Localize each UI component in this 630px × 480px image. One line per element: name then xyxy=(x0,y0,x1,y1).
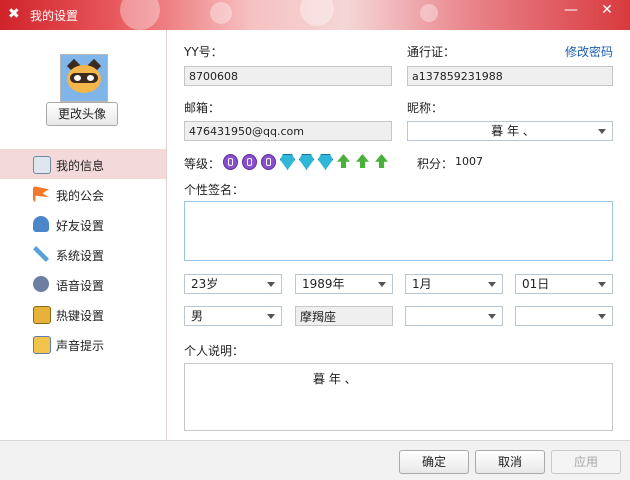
sidebar: 更改头像 我的信息 我的公会 好友设置 系统设置 语音设置 热键设置 声音提示 xyxy=(0,30,167,440)
sidebar-item-label: 我的信息 xyxy=(56,159,105,173)
settings-window: ✖ 我的设置 — ✕ 更改头像 我的信息 我的公会 好友设置 系统设置 语音设置… xyxy=(0,0,630,480)
age-value: 23岁 xyxy=(191,277,219,291)
profile-panel: YY号： 8700608 通行证： 修改密码 a137859231988 邮箱：… xyxy=(167,30,630,440)
title-decoration xyxy=(210,2,232,24)
sidebar-item-system-settings[interactable]: 系统设置 xyxy=(0,239,166,269)
sidebar-item-my-guild[interactable]: 我的公会 xyxy=(0,179,166,209)
email-label: 邮箱： xyxy=(184,101,221,115)
title-decoration xyxy=(300,0,334,26)
nickname-label: 昵称： xyxy=(407,101,444,115)
nickname-select[interactable]: 暮 年 、 xyxy=(407,121,613,141)
chevron-down-icon xyxy=(267,282,275,287)
avatar[interactable] xyxy=(60,54,108,102)
id-card-icon xyxy=(33,156,51,174)
title-decoration xyxy=(120,0,160,30)
window-title: 我的设置 xyxy=(30,9,79,23)
points-value: 1007 xyxy=(455,155,483,168)
avatar-eye xyxy=(87,75,94,81)
sidebar-item-label: 好友设置 xyxy=(56,219,105,233)
sidebar-item-voice-settings[interactable]: 语音设置 xyxy=(0,269,166,299)
passport-label: 通行证： xyxy=(407,45,456,59)
nickname-value: 暮 年 、 xyxy=(491,124,535,138)
province-select[interactable] xyxy=(405,306,503,326)
user-icon xyxy=(33,216,49,232)
sound-icon xyxy=(33,336,51,354)
sidebar-item-label: 声音提示 xyxy=(56,339,105,353)
birth-month-select[interactable]: 1月 xyxy=(405,274,503,294)
sidebar-item-label: 我的公会 xyxy=(56,189,105,203)
sidebar-item-hotkey-settings[interactable]: 热键设置 xyxy=(0,299,166,329)
cyan-level-icon xyxy=(299,154,314,170)
title-decoration xyxy=(420,4,438,22)
change-avatar-button[interactable]: 更改头像 xyxy=(46,102,118,126)
speaker-icon xyxy=(33,276,49,292)
email-field: 476431950@qq.com xyxy=(184,121,392,141)
apply-button[interactable]: 应用 xyxy=(551,450,621,474)
gender-value: 男 xyxy=(191,309,204,323)
yy-number-field: 8700608 xyxy=(184,66,392,86)
wrench-icon xyxy=(33,246,49,262)
title-bar[interactable]: ✖ 我的设置 — ✕ xyxy=(0,0,630,30)
sidebar-item-label: 系统设置 xyxy=(56,249,105,263)
zodiac-field: 摩羯座 xyxy=(295,306,393,326)
sidebar-item-sound-alerts[interactable]: 声音提示 xyxy=(0,329,166,359)
cyan-level-icon xyxy=(318,154,333,170)
sidebar-item-friend-settings[interactable]: 好友设置 xyxy=(0,209,166,239)
chevron-down-icon xyxy=(267,314,275,319)
sidebar-item-label: 语音设置 xyxy=(56,279,105,293)
footer-bar: 确定 取消 应用 xyxy=(0,440,630,480)
keyboard-icon xyxy=(33,306,51,324)
change-password-link[interactable]: 修改密码 xyxy=(565,43,613,60)
close-button[interactable]: ✕ xyxy=(592,0,622,22)
level-label: 等级： xyxy=(184,157,221,171)
yy-number-label: YY号： xyxy=(184,45,223,59)
gender-select[interactable]: 男 xyxy=(184,306,282,326)
birth-year-select[interactable]: 1989年 xyxy=(295,274,393,294)
avatar-eye xyxy=(74,75,81,81)
chevron-down-icon xyxy=(598,282,606,287)
green-level-icon xyxy=(337,154,350,168)
chevron-down-icon xyxy=(488,282,496,287)
chevron-down-icon xyxy=(598,314,606,319)
description-input[interactable]: 暮 年 、 xyxy=(184,363,613,431)
signature-input[interactable] xyxy=(184,201,613,261)
cyan-level-icon xyxy=(280,154,295,170)
flag-icon xyxy=(33,186,49,202)
minimize-button[interactable]: — xyxy=(556,0,586,22)
birth-year-value: 1989年 xyxy=(302,277,345,291)
birth-day-select[interactable]: 01日 xyxy=(515,274,613,294)
green-level-icon xyxy=(356,154,369,168)
purple-level-icon xyxy=(242,154,257,170)
birth-day-value: 01日 xyxy=(522,277,550,291)
birth-month-value: 1月 xyxy=(412,277,432,291)
signature-label: 个性签名： xyxy=(184,183,245,197)
chevron-down-icon xyxy=(598,129,606,134)
purple-level-icon xyxy=(261,154,276,170)
chevron-down-icon xyxy=(378,282,386,287)
purple-level-icon xyxy=(223,154,238,170)
chevron-down-icon xyxy=(488,314,496,319)
sidebar-item-label: 热键设置 xyxy=(56,309,105,323)
ok-button[interactable]: 确定 xyxy=(399,450,469,474)
description-label: 个人说明： xyxy=(184,344,245,358)
description-text: 暮 年 、 xyxy=(313,372,357,386)
sidebar-item-my-info[interactable]: 我的信息 xyxy=(0,149,166,179)
green-level-icon xyxy=(375,154,388,168)
passport-field: a137859231988 xyxy=(407,66,613,86)
points-label: 积分： xyxy=(417,157,454,171)
city-select[interactable] xyxy=(515,306,613,326)
cancel-button[interactable]: 取消 xyxy=(475,450,545,474)
age-select[interactable]: 23岁 xyxy=(184,274,282,294)
tools-icon: ✖ xyxy=(8,6,20,22)
